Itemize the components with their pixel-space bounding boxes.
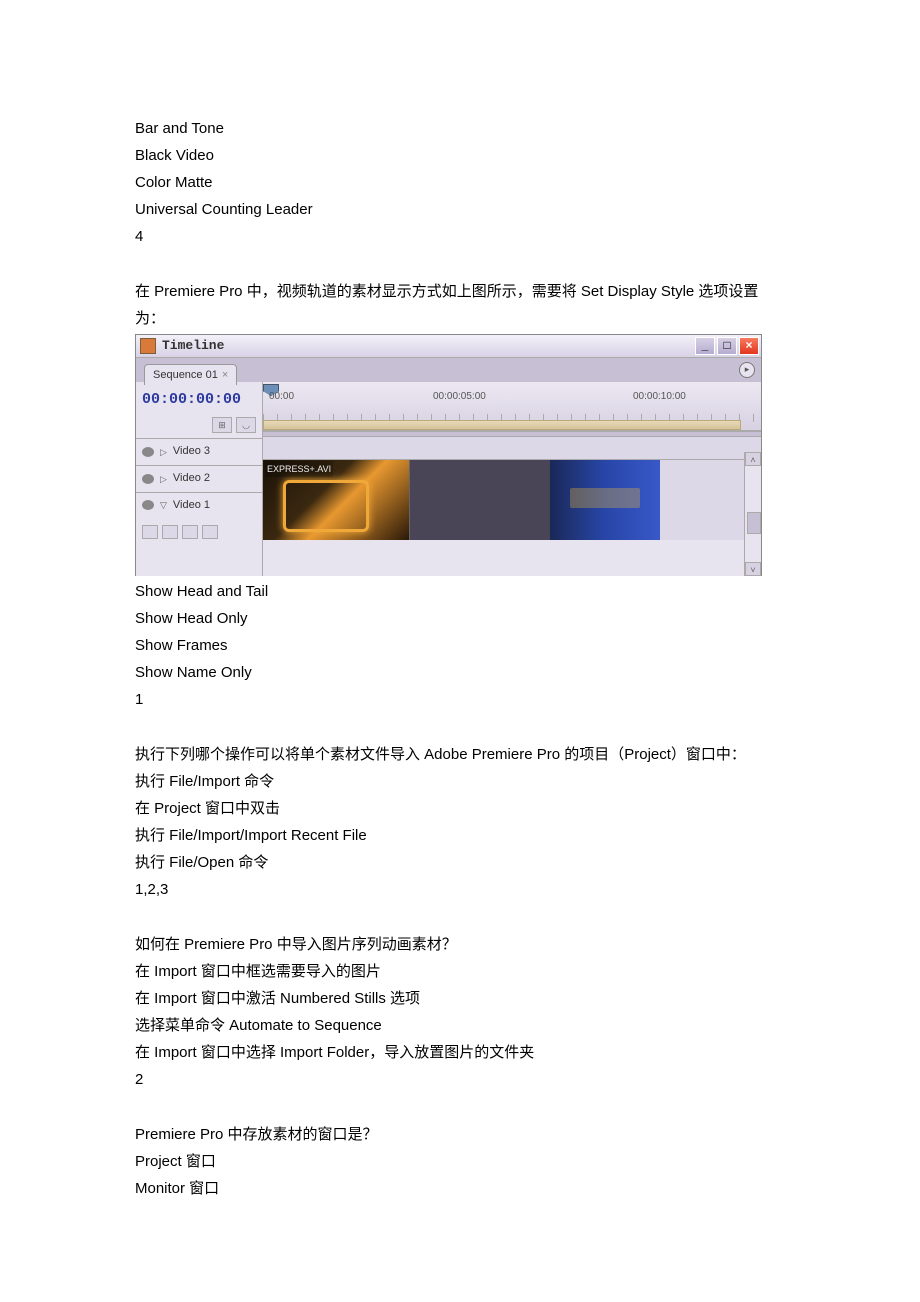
option: Black Video: [135, 142, 780, 169]
time-ruler[interactable]: 00:00 00:00:05:00 00:00:10:00: [263, 382, 761, 431]
track-header-area: 00:00:00:00 ⊞◡ ▷Video 3 ▷Video 2 ▽Video …: [136, 382, 263, 576]
option: Show Head Only: [135, 605, 780, 632]
prev-icon[interactable]: [182, 525, 198, 539]
question-prompt: 在 Premiere Pro 中，视频轨道的素材显示方式如上图所示，需要将 Se…: [135, 278, 780, 332]
clip[interactable]: [550, 460, 660, 540]
maximize-icon[interactable]: □: [717, 337, 737, 355]
track-v2[interactable]: [263, 436, 761, 459]
app-icon: [140, 338, 156, 354]
question-prompt: 执行下列哪个操作可以将单个素材文件导入 Adobe Premiere Pro 的…: [135, 741, 780, 768]
clip[interactable]: [410, 460, 550, 540]
option: 在 Import 窗口中选择 Import Folder，导入放置图片的文件夹: [135, 1039, 780, 1066]
document-page: Bar and Tone Black Video Color Matte Uni…: [0, 0, 920, 1262]
tool-icon[interactable]: ◡: [236, 417, 256, 433]
scroll-thumb[interactable]: [747, 512, 761, 534]
scrollbar[interactable]: ˄ ˅: [744, 452, 761, 576]
close-tab-icon[interactable]: ×: [222, 369, 228, 381]
display-style-icon[interactable]: [142, 525, 158, 539]
option: Color Matte: [135, 169, 780, 196]
option: 在 Project 窗口中双击: [135, 795, 780, 822]
option: Show Frames: [135, 632, 780, 659]
eye-icon[interactable]: [142, 447, 154, 457]
track-v1[interactable]: EXPRESS+.AVI: [263, 459, 761, 540]
work-area-bar[interactable]: [263, 420, 741, 430]
answer: 1: [135, 686, 780, 713]
lock-icon[interactable]: [162, 525, 178, 539]
snap-icon[interactable]: ⊞: [212, 417, 232, 433]
track-header-v3[interactable]: ▷Video 3: [136, 438, 262, 465]
next-icon[interactable]: [202, 525, 218, 539]
option: Show Name Only: [135, 659, 780, 686]
question-prompt: Premiere Pro 中存放素材的窗口是？: [135, 1121, 780, 1148]
option: Project 窗口: [135, 1148, 780, 1175]
tab-bar: Sequence 01× ▸: [136, 358, 761, 382]
window-title: Timeline: [162, 334, 224, 357]
minimize-icon[interactable]: _: [695, 337, 715, 355]
timecode[interactable]: 00:00:00:00: [142, 386, 256, 413]
titlebar: Timeline _ □ ×: [136, 335, 761, 358]
option: 选择菜单命令 Automate to Sequence: [135, 1012, 780, 1039]
close-icon[interactable]: ×: [739, 337, 759, 355]
timeline-tracks: 00:00 00:00:05:00 00:00:10:00 EXPRESS+.A…: [263, 382, 761, 576]
option: 执行 File/Import 命令: [135, 768, 780, 795]
option: Bar and Tone: [135, 115, 780, 142]
option: 在 Import 窗口中框选需要导入的图片: [135, 958, 780, 985]
panel-options-icon[interactable]: ▸: [739, 362, 755, 378]
track-header-v2[interactable]: ▷Video 2: [136, 465, 262, 492]
track-header-v1[interactable]: ▽Video 1: [136, 492, 262, 563]
answer: 2: [135, 1066, 780, 1093]
scroll-down-icon[interactable]: ˅: [745, 562, 761, 576]
option: Universal Counting Leader: [135, 196, 780, 223]
timeline-screenshot: Timeline _ □ × Sequence 01× ▸ 00:00:00:0…: [135, 334, 762, 576]
clip[interactable]: EXPRESS+.AVI: [263, 460, 410, 540]
window-buttons: _ □ ×: [695, 337, 759, 355]
scroll-up-icon[interactable]: ˄: [745, 452, 761, 466]
answer: 4: [135, 223, 780, 250]
answer: 1,2,3: [135, 876, 780, 903]
option: Show Head and Tail: [135, 578, 780, 605]
option: 在 Import 窗口中激活 Numbered Stills 选项: [135, 985, 780, 1012]
question-prompt: 如何在 Premiere Pro 中导入图片序列动画素材？: [135, 931, 780, 958]
sequence-tab[interactable]: Sequence 01×: [144, 364, 237, 385]
option: 执行 File/Open 命令: [135, 849, 780, 876]
eye-icon[interactable]: [142, 474, 154, 484]
option: 执行 File/Import/Import Recent File: [135, 822, 780, 849]
option: Monitor 窗口: [135, 1175, 780, 1202]
eye-icon[interactable]: [142, 500, 154, 510]
